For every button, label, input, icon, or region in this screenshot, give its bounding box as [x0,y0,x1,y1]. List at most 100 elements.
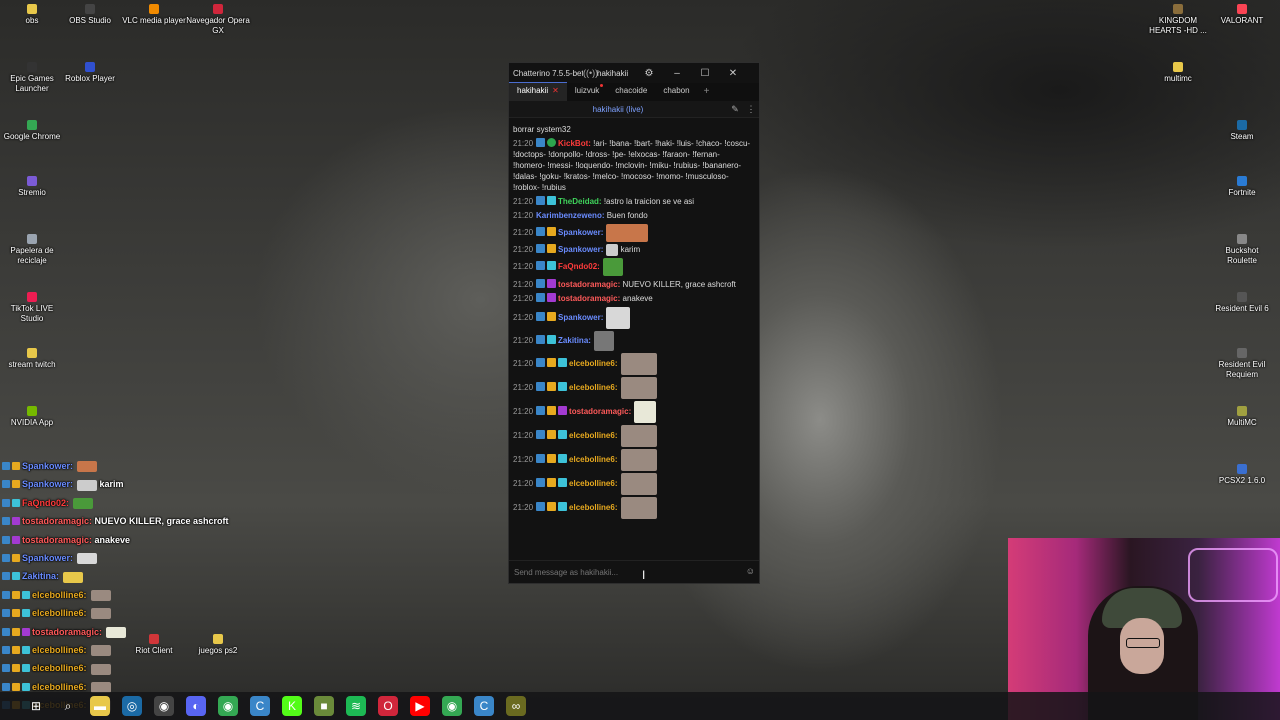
username[interactable]: Karimbenzeweno: [536,211,604,220]
desktop-icon[interactable]: KINGDOM HEARTS -HD ... [1146,4,1210,36]
message-text: borrar system32 [513,125,571,134]
desktop-icon[interactable]: stream twitch [0,348,64,370]
tab-hakihakii[interactable]: hakihakii ✕ [509,82,567,101]
obs-icon[interactable]: ◉ [154,696,174,716]
desktop-icon[interactable]: Resident Evil 6 [1210,292,1274,314]
chat-message[interactable]: 21:20 elcebolline6: [513,449,753,471]
message-input[interactable] [512,567,716,578]
chat-message[interactable]: 21:20 Spankower: karim [513,244,753,256]
chat-messages[interactable]: borrar system32 21:20 KickBot: !ari- !bana… [513,121,753,561]
username[interactable]: elcebolline6: [569,455,617,464]
username[interactable]: KickBot: [558,139,591,148]
desktop-icon[interactable]: VALORANT [1210,4,1274,26]
desktop-icon[interactable]: PCSX2 1.6.0 [1210,464,1274,486]
chat-message[interactable]: 21:20 tostadoramagic: NUEVO KILLER, grace… [513,279,753,290]
chat-message[interactable]: 21:20 Zakitina: [513,331,753,351]
more-options-icon[interactable]: ⋮ [743,104,759,115]
search-icon[interactable]: ⌕ [58,696,78,716]
start-icon[interactable]: ⊞ [26,696,46,716]
username[interactable]: tostadoramagic: [558,294,620,303]
desktop-icon[interactable]: Buckshot Roulette [1210,234,1274,266]
desktop-icon[interactable]: NVIDIA App [0,406,64,428]
add-tab-button[interactable]: + [698,86,716,101]
desktop-icon[interactable]: Fortnite [1210,176,1274,198]
desktop-icon[interactable]: Resident Evil Requiem [1210,348,1274,380]
desktop-icon[interactable]: obs [0,4,64,26]
discord-icon[interactable]: ◐ [186,696,206,716]
desktop-icon[interactable]: OBS Studio [58,4,122,26]
account-name[interactable]: hakihakii [597,69,635,78]
kick-icon[interactable]: K [282,696,302,716]
minecraft-icon[interactable]: ■ [314,696,334,716]
desktop-icon[interactable]: Google Chrome [0,120,64,142]
username[interactable]: Spankower: [558,228,603,237]
chat-message[interactable]: 21:20 tostadoramagic: anakeve [513,293,753,304]
chat-message[interactable]: borrar system32 [513,124,753,135]
youtube-icon[interactable]: ▶ [410,696,430,716]
username[interactable]: FaQndo02: [558,262,600,271]
chat-message[interactable]: 21:20 tostadoramagic: [513,401,753,423]
close-tab-icon[interactable]: ✕ [552,86,559,95]
chatterino-2-icon[interactable]: C [474,696,494,716]
chatterino-icon[interactable]: C [250,696,270,716]
desktop-icon[interactable]: multimc [1146,62,1210,84]
desktop-icon[interactable]: TikTok LIVE Studio [0,292,64,324]
chat-message[interactable]: 21:20 Karimbenzeweno: Buen fondo [513,210,753,221]
desktop-icon[interactable]: MultiMC [1210,406,1274,428]
desktop-icon[interactable]: Navegador Opera GX [186,4,250,36]
desktop-icon[interactable]: Stremio [0,176,64,198]
title-bar[interactable]: Chatterino 7.5.5-beta ((•)) hakihakii ⚙ … [509,63,759,83]
tab-chacoide[interactable]: chacoide [607,83,655,101]
desktop-icon[interactable]: Steam [1210,120,1274,142]
chat-message[interactable]: 21:20 Spankower: [513,224,753,242]
username[interactable]: elcebolline6: [569,479,617,488]
desktop-icon[interactable]: Epic Games Launcher [0,62,64,94]
spotify-icon[interactable]: ≋ [346,696,366,716]
desktop-icon[interactable]: Roblox Player [58,62,122,84]
desktop-icon[interactable]: juegos ps2 [186,634,250,656]
username[interactable]: Zakitina: [558,336,591,345]
chat-message[interactable]: 21:20 TheDeidad: !astro la traicion se ve… [513,196,753,207]
close-button[interactable]: ✕ [719,68,747,79]
emote-picker-icon[interactable]: ☺ [746,566,755,576]
edit-icon[interactable]: ✎ [727,104,743,115]
username[interactable]: tostadoramagic: [558,280,620,289]
settings-gear-icon[interactable]: ⚙ [635,68,663,79]
mod-badge-icon [2,646,10,654]
username[interactable]: elcebolline6: [569,383,617,392]
chrome-icon[interactable]: ◉ [218,696,238,716]
username[interactable]: elcebolline6: [569,359,617,368]
maximize-button[interactable]: ☐ [691,68,719,79]
opera-icon[interactable]: O [378,696,398,716]
emote-image [620,473,657,495]
file-explorer-icon[interactable]: ▬ [90,696,110,716]
steam-icon[interactable]: ◎ [122,696,142,716]
desktop-icon[interactable]: Riot Client [122,634,186,656]
username[interactable]: Spankower: [558,245,603,254]
username[interactable]: TheDeidad: [558,197,602,206]
username[interactable]: Spankower: [558,313,603,322]
chat-message[interactable]: 21:20 elcebolline6: [513,377,753,399]
chrome-2-icon[interactable]: ◉ [442,696,462,716]
app-icon [27,234,37,244]
chat-message[interactable]: 21:20 elcebolline6: [513,497,753,519]
username[interactable]: tostadoramagic: [569,407,631,416]
desktop-icon[interactable]: VLC media player [122,4,186,26]
tab-chabon[interactable]: chabon [655,83,697,101]
channel-header[interactable]: hakihakii (live) ✎ ⋮ [509,101,759,118]
chat-message[interactable]: 21:20 FaQndo02: [513,258,753,276]
app-icon[interactable]: ∞ [506,696,526,716]
chat-message[interactable]: 21:20 Spankower: [513,307,753,329]
chat-message[interactable]: 21:20 KickBot: !ari- !bana- !bart- !haki-… [513,138,753,193]
desktop-icon-label: Resident Evil 6 [1215,304,1269,313]
taskbar: ⊞ ⌕ ▬ ◎ ◉ ◐ ◉ C K ■ ≋ O ▶ ◉ C ∞ [0,692,1280,720]
chat-message[interactable]: 21:20 elcebolline6: [513,425,753,447]
chat-message[interactable]: 21:20 elcebolline6: [513,473,753,495]
username[interactable]: elcebolline6: [569,431,617,440]
minimize-button[interactable]: – [663,68,691,79]
desktop-icon[interactable]: Papelera de reciclaje [0,234,64,266]
sub-badge-icon [558,406,568,416]
chat-message[interactable]: 21:20 elcebolline6: [513,353,753,375]
username[interactable]: elcebolline6: [569,503,617,512]
tab-luizvuk[interactable]: luizvuk [567,83,607,101]
